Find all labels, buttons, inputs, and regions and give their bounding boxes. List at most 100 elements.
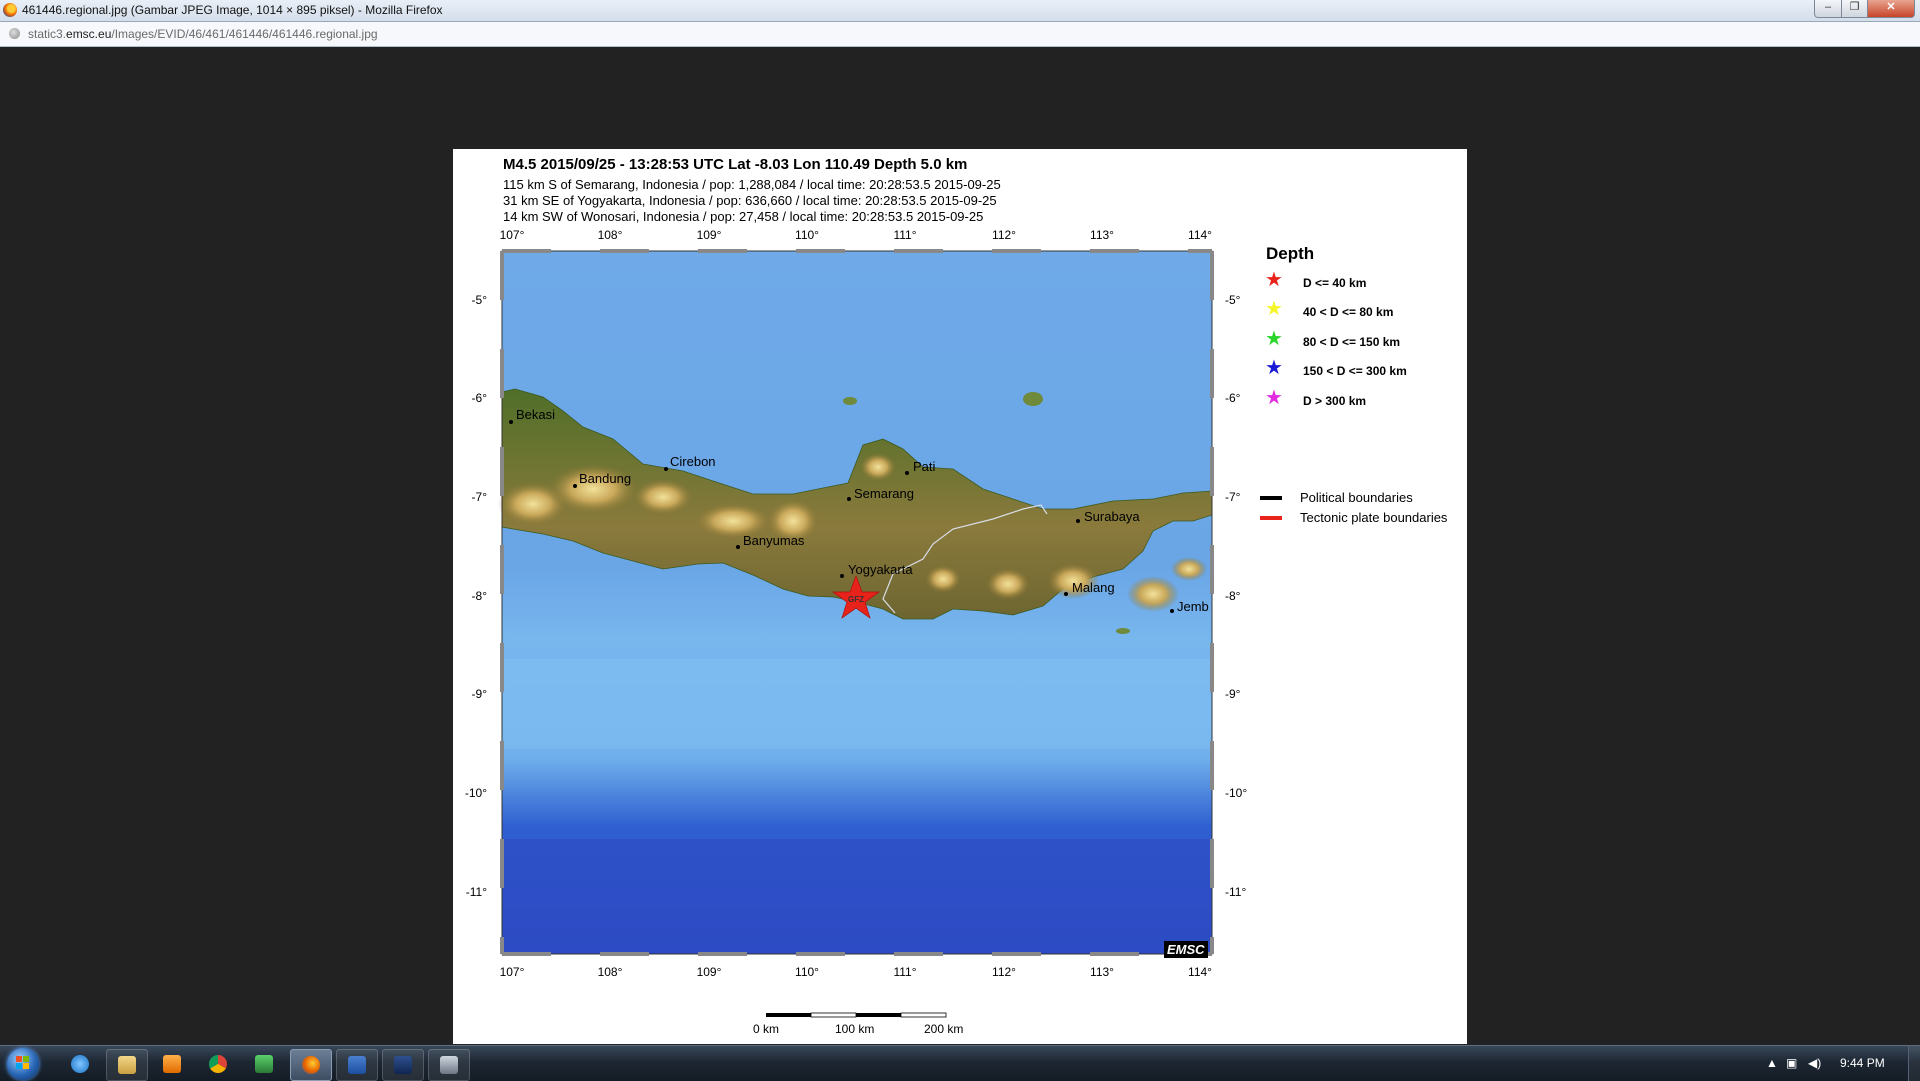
city-label-surabaya: Surabaya — [1084, 509, 1140, 524]
island — [843, 397, 857, 405]
lat-tick-left: -8° — [472, 589, 488, 603]
taskbar-internet-explorer[interactable] — [60, 1049, 100, 1079]
star-icon: ★ — [1265, 357, 1283, 379]
close-button[interactable]: ✕ — [1867, 0, 1915, 18]
windows-logo-icon — [16, 1056, 30, 1070]
highland — [1127, 576, 1179, 612]
taskbar-firefox[interactable] — [290, 1049, 332, 1081]
lat-tick-left: -6° — [472, 391, 488, 405]
star-icon: ★ — [1265, 328, 1283, 350]
line-swatch — [1260, 496, 1282, 500]
city-dot — [847, 497, 851, 501]
star-icon: ★ — [1265, 269, 1283, 291]
lat-tick-right: -5° — [1225, 293, 1241, 307]
star-icon: ★ — [1265, 298, 1283, 320]
highland — [1171, 557, 1207, 581]
legend-item-label: 80 < D <= 150 km — [1303, 335, 1401, 349]
minimize-button[interactable]: – — [1814, 0, 1842, 18]
highland — [925, 565, 961, 593]
lat-tick-right: -11° — [1225, 885, 1246, 899]
south-sea-light-band — [502, 659, 1212, 749]
legend-title: Depth — [1266, 244, 1315, 263]
line-swatch — [1260, 516, 1282, 520]
highland — [860, 453, 896, 481]
highland — [633, 479, 693, 515]
lon-tick-top: 109° — [697, 228, 722, 242]
start-button[interactable] — [7, 1048, 39, 1080]
network-icon[interactable]: ▣ — [1786, 1056, 1797, 1070]
lat-tick-right: -8° — [1225, 589, 1241, 603]
taskbar-media-player[interactable] — [152, 1049, 192, 1079]
url-domain: emsc.eu — [66, 27, 112, 41]
lat-tick-left: -7° — [472, 490, 488, 504]
taskbar-screen-tool[interactable] — [428, 1049, 470, 1081]
legend-line-label: Tectonic plate boundaries — [1300, 510, 1448, 525]
city-dot — [573, 484, 577, 488]
island — [1116, 628, 1130, 634]
city-label-cirebon: Cirebon — [670, 454, 716, 469]
legend-item-label: 150 < D <= 300 km — [1303, 364, 1407, 378]
lon-tick-bottom: 108° — [598, 965, 623, 979]
scale-label-200: 200 km — [924, 1022, 964, 1036]
address-bar[interactable]: static3.emsc.eu/Images/EVID/46/461/46144… — [0, 22, 1920, 47]
scale-label-100: 100 km — [835, 1022, 875, 1036]
city-label-pati: Pati — [913, 459, 936, 474]
scale-bar-segment — [766, 1013, 811, 1017]
lon-tick-top: 112° — [992, 228, 1016, 242]
city-label-bekasi: Bekasi — [516, 407, 555, 422]
deep-trench — [502, 839, 1212, 954]
lat-tick-right: -6° — [1225, 391, 1241, 405]
tray-expand-arrow-icon[interactable]: ▲ — [1766, 1056, 1778, 1070]
lon-tick-top: 113° — [1090, 228, 1114, 242]
folder-icon — [118, 1056, 136, 1074]
emsc-watermark: EMSC — [1164, 941, 1208, 958]
internet-explorer-icon — [71, 1055, 89, 1073]
earthquake-map-image[interactable]: M4.5 2015/09/25 - 13:28:53 UTC Lat -8.03… — [453, 149, 1467, 1044]
city-dot — [1064, 592, 1068, 596]
photoshop-icon — [394, 1056, 412, 1074]
city-label-jemb: Jemb — [1177, 599, 1209, 614]
taskbar-photoshop[interactable] — [382, 1049, 424, 1081]
window-title: 461446.regional.jpg (Gambar JPEG Image, … — [22, 3, 443, 17]
media-player-icon — [163, 1055, 181, 1073]
lat-tick-right: -10° — [1225, 786, 1247, 800]
image-viewport[interactable]: M4.5 2015/09/25 - 13:28:53 UTC Lat -8.03… — [0, 47, 1920, 1045]
scale-bar-segment — [856, 1013, 901, 1017]
lat-tick-right: -7° — [1225, 490, 1241, 504]
taskbar-file-explorer[interactable] — [106, 1049, 148, 1081]
taskbar: ▲ ▣ ◀) 9:44 PM — [0, 1045, 1920, 1081]
show-desktop-button[interactable] — [1908, 1046, 1920, 1081]
legend-item-label: 40 < D <= 80 km — [1303, 305, 1394, 319]
epicenter-label: GFZ — [848, 595, 864, 604]
volume-icon[interactable]: ◀) — [1808, 1056, 1821, 1070]
screen-tool-icon — [440, 1056, 458, 1074]
city-label-yogyakarta: Yogyakarta — [848, 562, 913, 577]
site-identity-icon[interactable] — [9, 28, 20, 39]
window-title-bar: 461446.regional.jpg (Gambar JPEG Image, … — [0, 0, 1920, 22]
lon-tick-bottom: 107° — [500, 965, 525, 979]
lat-tick-left: -5° — [472, 293, 488, 307]
legend-item-label: D <= 40 km — [1303, 276, 1367, 290]
taskbar-app[interactable] — [244, 1049, 284, 1079]
city-dot — [905, 471, 909, 475]
city-dot — [664, 467, 668, 471]
lon-tick-top: 111° — [893, 228, 916, 242]
lon-tick-bottom: 114° — [1188, 965, 1212, 979]
lat-tick-right: -9° — [1225, 687, 1241, 701]
island — [1023, 392, 1043, 406]
url-field[interactable]: static3.emsc.eu/Images/EVID/46/461/46144… — [28, 27, 378, 41]
star-icon: ★ — [1265, 387, 1283, 409]
taskbar-chrome[interactable] — [198, 1049, 238, 1079]
city-dot — [509, 420, 513, 424]
lat-tick-left: -9° — [472, 687, 488, 701]
url-path: /Images/EVID/46/461/461446/461446.region… — [111, 27, 378, 41]
maximize-button[interactable]: ❐ — [1841, 0, 1868, 18]
lon-tick-bottom: 113° — [1090, 965, 1114, 979]
city-label-bandung: Bandung — [579, 471, 631, 486]
lon-tick-bottom: 111° — [893, 965, 916, 979]
city-label-malang: Malang — [1072, 580, 1115, 595]
clock[interactable]: 9:44 PM — [1840, 1056, 1885, 1070]
legend-line-label: Political boundaries — [1300, 490, 1413, 505]
url-prefix: static3. — [28, 27, 67, 41]
taskbar-word[interactable] — [336, 1049, 378, 1081]
